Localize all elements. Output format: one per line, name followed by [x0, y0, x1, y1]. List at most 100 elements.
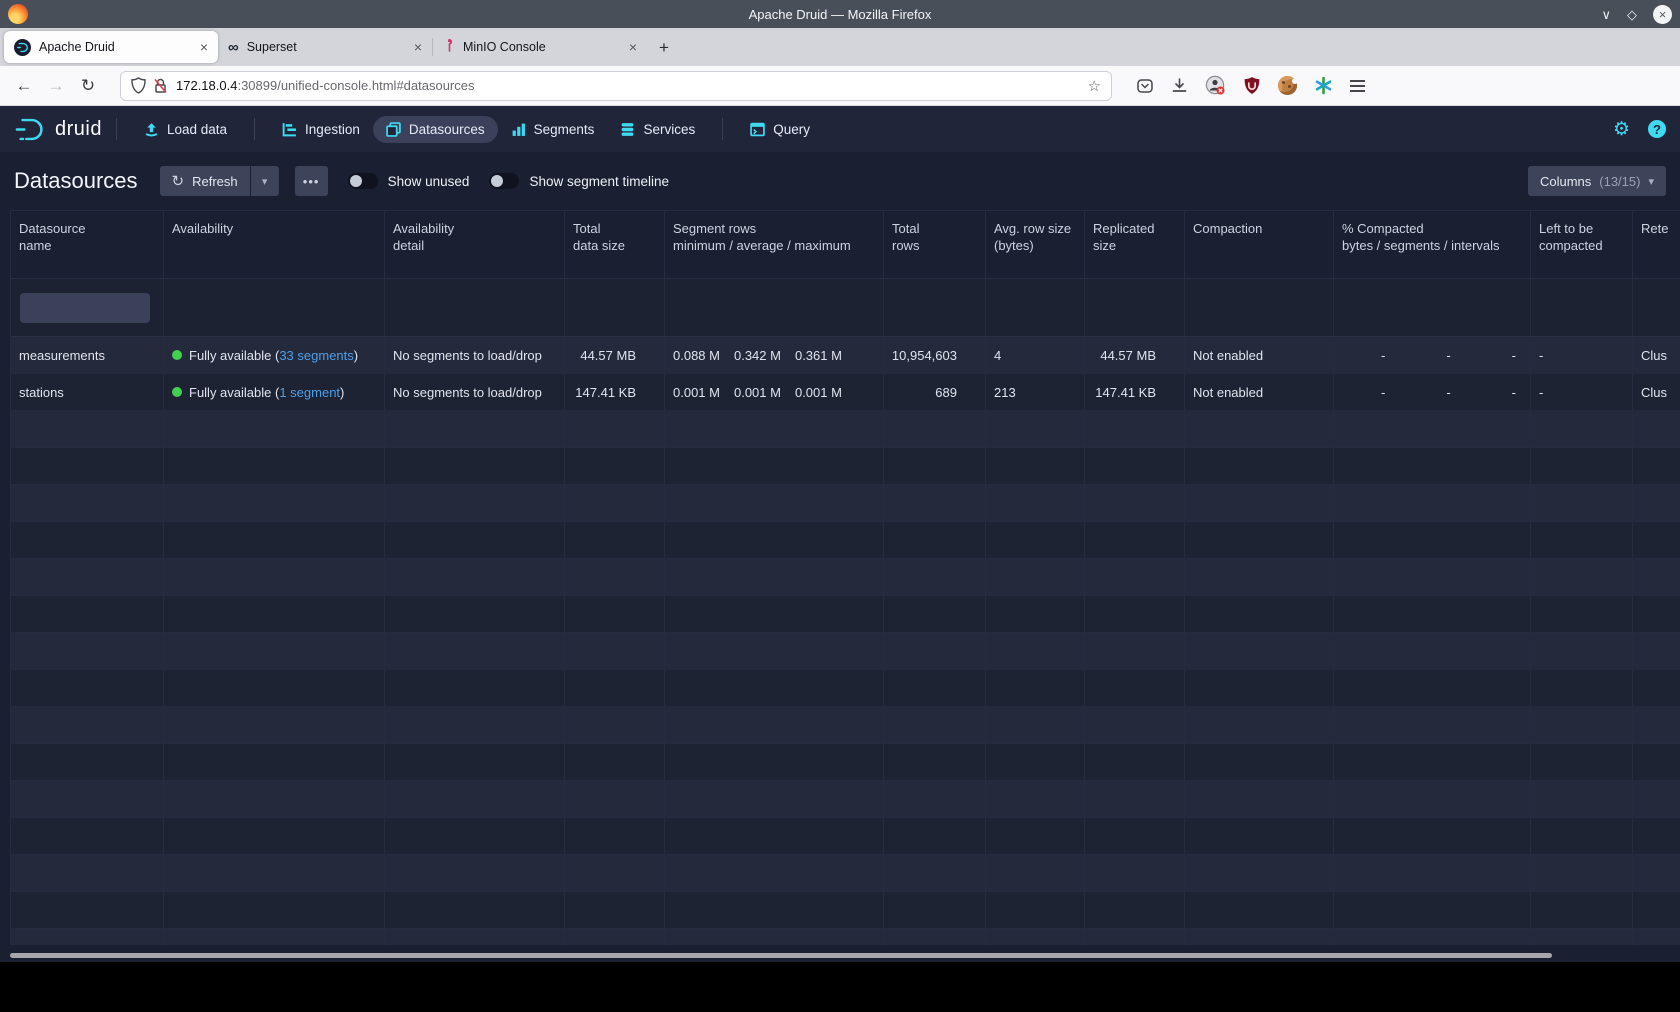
- druid-logo[interactable]: druid: [14, 116, 102, 143]
- col-header-compaction[interactable]: Compaction: [1185, 211, 1334, 278]
- menu-hamburger-icon[interactable]: [1350, 80, 1365, 92]
- account-container-icon[interactable]: [1205, 75, 1226, 96]
- empty-cell: [884, 670, 986, 706]
- empty-cell: [565, 411, 665, 447]
- nav-item-load-data[interactable]: Load data: [131, 116, 240, 143]
- empty-cell: [1085, 448, 1185, 484]
- refresh-caret-button[interactable]: ▾: [251, 166, 279, 196]
- tab-close-icon[interactable]: ×: [414, 39, 422, 55]
- empty-cell: [884, 892, 986, 928]
- empty-cell: [1185, 855, 1334, 891]
- back-button[interactable]: ←: [8, 76, 40, 96]
- compaction-cell[interactable]: Not enabled: [1185, 337, 1334, 373]
- empty-cell: [884, 448, 986, 484]
- empty-cell: [11, 411, 164, 447]
- cookie-extension-icon[interactable]: [1278, 76, 1297, 95]
- col-header-replicated-size[interactable]: Replicatedsize: [1085, 211, 1185, 278]
- horizontal-scrollbar[interactable]: [10, 953, 1552, 958]
- gear-icon[interactable]: ⚙: [1613, 118, 1630, 141]
- maximize-icon[interactable]: ◇: [1627, 8, 1637, 21]
- empty-cell: [385, 633, 565, 669]
- empty-cell: [1085, 929, 1185, 945]
- ublock-origin-icon[interactable]: [1243, 76, 1261, 95]
- more-icon: •••: [303, 174, 320, 189]
- divider: [722, 118, 723, 140]
- segments-link[interactable]: 33 segments: [279, 348, 353, 363]
- table-row-empty: [11, 707, 1680, 744]
- filter-cell: [164, 279, 385, 336]
- show-segment-timeline-toggle[interactable]: [489, 173, 519, 189]
- empty-cell: [884, 744, 986, 780]
- empty-cell: [1633, 411, 1680, 447]
- empty-cell: [665, 929, 884, 945]
- col-header-retention[interactable]: Rete: [1633, 211, 1680, 278]
- col-header-left-to-be-compacted[interactable]: Left to becompacted: [1531, 211, 1633, 278]
- refresh-icon: ↻: [172, 172, 185, 190]
- pocket-icon[interactable]: [1136, 77, 1154, 95]
- new-tab-button[interactable]: +: [659, 38, 669, 58]
- col-header-total-data-size[interactable]: Totaldata size: [565, 211, 665, 278]
- nav-item-query[interactable]: Query: [737, 116, 823, 143]
- datasource-name-filter-input[interactable]: [20, 293, 150, 323]
- tab-label: Superset: [247, 40, 297, 54]
- empty-cell: [1085, 522, 1185, 558]
- more-actions-button[interactable]: •••: [295, 166, 328, 196]
- columns-button[interactable]: Columns (13/15) ▾: [1528, 166, 1666, 196]
- retention-cell[interactable]: Clus: [1633, 374, 1680, 410]
- lock-insecure-icon[interactable]: [154, 78, 167, 94]
- tab-close-icon[interactable]: ×: [629, 39, 637, 55]
- database-icon: [620, 122, 635, 137]
- datasource-name-cell[interactable]: measurements: [11, 337, 164, 373]
- url-bar[interactable]: 172.18.0.4:30899/unified-console.html#da…: [120, 71, 1112, 101]
- empty-cell: [164, 818, 385, 854]
- empty-cell: [986, 744, 1085, 780]
- col-header-availability-detail[interactable]: Availabilitydetail: [385, 211, 565, 278]
- tab-minio-console[interactable]: MinIO Console ×: [433, 31, 647, 63]
- col-header-segment-rows[interactable]: Segment rowsminimum / average / maximum: [665, 211, 884, 278]
- retention-cell[interactable]: Clus: [1633, 337, 1680, 373]
- help-icon[interactable]: ?: [1648, 120, 1666, 138]
- minimize-icon[interactable]: ∨: [1601, 8, 1611, 21]
- filter-cell: [1531, 279, 1633, 336]
- shield-icon[interactable]: [131, 77, 146, 94]
- tab-superset[interactable]: ∞ Superset ×: [218, 31, 432, 63]
- col-header-avg-row-size[interactable]: Avg. row size(bytes): [986, 211, 1085, 278]
- table-row-measurements[interactable]: measurements Fully available (33 segment…: [11, 337, 1680, 374]
- show-unused-toggle[interactable]: [348, 173, 378, 189]
- col-header-datasource-name[interactable]: Datasourcename: [11, 211, 164, 278]
- url-text: 172.18.0.4:30899/unified-console.html#da…: [176, 78, 1080, 93]
- empty-cell: [1633, 855, 1680, 891]
- close-icon[interactable]: ×: [1653, 5, 1672, 24]
- nav-item-datasources[interactable]: Datasources: [373, 116, 498, 143]
- left-to-be-compacted-cell: -: [1531, 337, 1633, 373]
- empty-cell: [11, 855, 164, 891]
- asterisk-extension-icon[interactable]: [1314, 76, 1333, 95]
- content-header: Datasources ↻ Refresh ▾ ••• Show unused …: [0, 152, 1680, 210]
- col-header-total-rows[interactable]: Totalrows: [884, 211, 986, 278]
- nav-item-ingestion[interactable]: Ingestion: [269, 116, 373, 143]
- downloads-icon[interactable]: [1171, 77, 1188, 94]
- empty-cell: [385, 522, 565, 558]
- empty-cell: [164, 670, 385, 706]
- bookmark-star-icon[interactable]: ☆: [1088, 77, 1101, 95]
- datasource-name-cell[interactable]: stations: [11, 374, 164, 410]
- segments-link[interactable]: 1 segment: [279, 385, 340, 400]
- nav-item-segments[interactable]: Segments: [498, 116, 608, 143]
- table-row-empty: [11, 411, 1680, 448]
- nav-item-services[interactable]: Services: [607, 116, 708, 143]
- tab-apache-druid[interactable]: Apache Druid ×: [4, 31, 218, 63]
- page-title: Datasources: [14, 168, 138, 194]
- nav-item-label: Datasources: [409, 122, 485, 137]
- reload-button[interactable]: ↻: [72, 76, 104, 96]
- tab-close-icon[interactable]: ×: [200, 39, 208, 55]
- table-row-empty: [11, 855, 1680, 892]
- empty-cell: [986, 929, 1085, 945]
- forward-button[interactable]: →: [40, 76, 72, 96]
- col-header-pct-compacted[interactable]: % Compactedbytes / segments / intervals: [1334, 211, 1531, 278]
- empty-cell: [11, 485, 164, 521]
- filter-cell: [1633, 279, 1680, 336]
- table-row-stations[interactable]: stations Fully available (1 segment) No …: [11, 374, 1680, 411]
- compaction-cell[interactable]: Not enabled: [1185, 374, 1334, 410]
- col-header-availability[interactable]: Availability: [164, 211, 385, 278]
- refresh-button[interactable]: ↻ Refresh: [160, 166, 250, 196]
